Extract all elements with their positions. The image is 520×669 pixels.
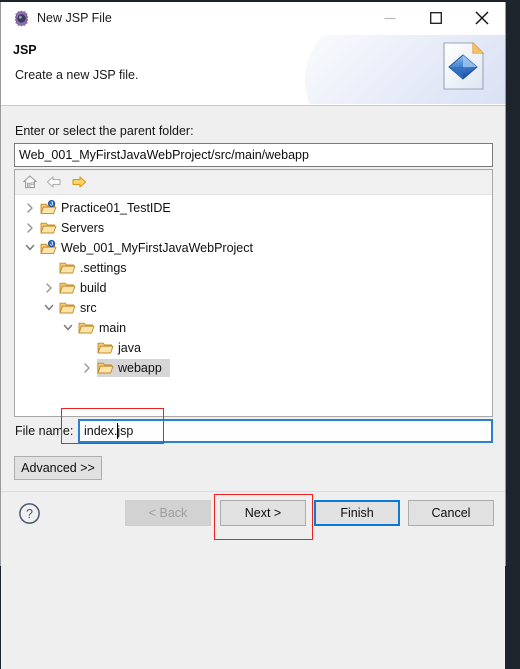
- page-title: JSP: [13, 43, 37, 57]
- svg-text:?: ?: [26, 507, 33, 521]
- tree-item-label: java: [118, 341, 141, 355]
- chevron-right-icon[interactable]: [23, 198, 37, 218]
- folder-icon: [97, 340, 114, 356]
- maximize-button[interactable]: [413, 2, 459, 33]
- folder-icon: [59, 260, 76, 276]
- footer-divider: [1, 491, 505, 492]
- chevron-right-icon[interactable]: [42, 278, 56, 298]
- chevron-right-icon[interactable]: [80, 358, 94, 378]
- tree-item[interactable]: .settings: [15, 258, 492, 278]
- close-button[interactable]: [459, 2, 505, 33]
- tree-item-label: src: [80, 301, 97, 315]
- tree-item-label: Web_001_MyFirstJavaWebProject: [61, 241, 253, 255]
- jsp-file-wizard-icon: [431, 35, 493, 97]
- tree-item[interactable]: J Web_001_MyFirstJavaWebProject: [15, 238, 492, 258]
- folder-icon: [40, 220, 57, 236]
- parent-folder-input[interactable]: [14, 143, 493, 167]
- tree-item[interactable]: webapp: [15, 358, 492, 378]
- folder-tree-list: J Practice01_TestIDE Servers J Web_001_MyFir…: [15, 195, 492, 378]
- folder-icon: [78, 320, 95, 336]
- java-project-folder-icon: J: [40, 239, 57, 256]
- tree-item-label: Practice01_TestIDE: [61, 201, 171, 215]
- page-description: Create a new JSP file.: [15, 68, 139, 82]
- folder-icon: [97, 360, 114, 376]
- chevron-down-icon[interactable]: [42, 298, 56, 318]
- tree-item[interactable]: main: [15, 318, 492, 338]
- chevron-down-icon[interactable]: [61, 318, 75, 338]
- minimize-button[interactable]: [367, 2, 413, 33]
- tree-item[interactable]: Servers: [15, 218, 492, 238]
- home-icon[interactable]: [21, 173, 39, 191]
- tree-item[interactable]: src: [15, 298, 492, 318]
- text-caret: [117, 423, 118, 439]
- dialog-body: Enter or select the parent folder: Web_0…: [1, 106, 505, 669]
- back-button[interactable]: < Back: [125, 500, 211, 526]
- folder-icon: [59, 280, 76, 296]
- cancel-button[interactable]: Cancel: [408, 500, 494, 526]
- folder-icon: [59, 300, 76, 316]
- window-title: New JSP File: [37, 11, 112, 25]
- tree-item-label: webapp: [118, 361, 162, 375]
- tree-item-label: build: [80, 281, 107, 295]
- folder-tree-panel[interactable]: J Practice01_TestIDE Servers J Web_001_MyFir…: [14, 169, 493, 417]
- help-icon[interactable]: ?: [18, 502, 41, 525]
- forward-arrow-icon[interactable]: [70, 173, 88, 191]
- svg-text:J: J: [50, 202, 53, 208]
- tree-item-label: Servers: [61, 221, 105, 235]
- file-name-input[interactable]: [78, 419, 493, 443]
- eclipse-gear-icon: [13, 10, 30, 27]
- tree-item[interactable]: J Practice01_TestIDE: [15, 198, 492, 218]
- tree-item[interactable]: build: [15, 278, 492, 298]
- tree-item[interactable]: java: [15, 338, 492, 358]
- svg-text:J: J: [50, 242, 53, 248]
- java-project-folder-icon: J: [40, 199, 57, 216]
- tree-toolbar: [15, 170, 492, 195]
- finish-button[interactable]: Finish: [314, 500, 400, 526]
- tree-item-label: .settings: [80, 261, 127, 275]
- chevron-down-icon[interactable]: [23, 238, 37, 258]
- tree-item-label: main: [99, 321, 127, 335]
- next-button[interactable]: Next >: [220, 500, 306, 526]
- back-arrow-icon[interactable]: [45, 173, 63, 191]
- parent-folder-label: Enter or select the parent folder:: [15, 124, 194, 138]
- advanced-button[interactable]: Advanced >>: [14, 456, 102, 480]
- title-bar: New JSP File: [1, 2, 505, 35]
- file-name-label: File name:: [15, 424, 74, 438]
- chevron-right-icon[interactable]: [23, 218, 37, 238]
- new-jsp-file-dialog: New JSP File JSP Create a new JSP file.: [0, 2, 506, 669]
- wizard-header: JSP Create a new JSP file.: [1, 35, 505, 104]
